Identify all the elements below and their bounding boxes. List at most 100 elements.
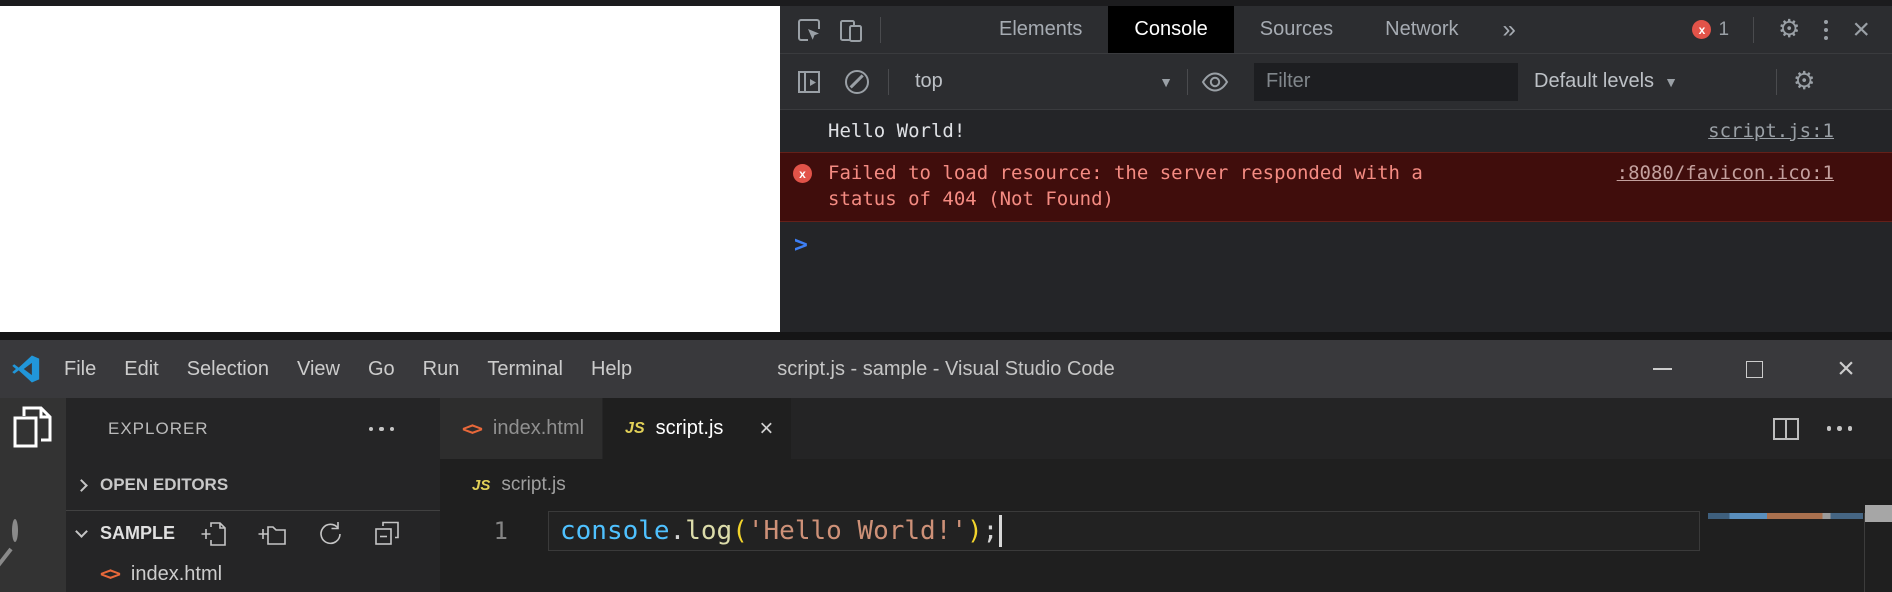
menu-go[interactable]: Go [354, 340, 409, 398]
divider [880, 17, 881, 43]
more-tabs-icon[interactable]: » [1485, 6, 1534, 53]
code-line-1[interactable]: console.log('Hello World!'); [548, 511, 1700, 551]
tab-elements[interactable]: Elements [973, 6, 1108, 53]
open-editors-section[interactable]: OPEN EDITORS [66, 460, 440, 510]
file-item-index-html[interactable]: <> index.html [66, 556, 440, 592]
code-editor[interactable]: 1 console.log('Hello World!'); [440, 511, 1892, 592]
editor-group: <> index.html JS script.js × JS script.j… [440, 398, 1892, 592]
filter-input[interactable] [1254, 63, 1518, 101]
divider [1776, 69, 1777, 95]
code-token: 'Hello World!' [748, 516, 967, 546]
device-toolbar-icon[interactable] [834, 13, 868, 47]
inspect-element-icon[interactable] [792, 13, 826, 47]
explorer-icon[interactable] [10, 404, 56, 459]
console-settings-gear-icon[interactable]: ⚙ [1793, 69, 1815, 94]
vscode-main: EXPLORER OPEN EDITORS SAMPLE [0, 398, 1892, 592]
console-messages: Hello World! script.js:1 x Failed to loa… [780, 110, 1892, 332]
dropdown-caret-icon: ▼ [1159, 74, 1173, 90]
divider [888, 69, 889, 95]
menu-help[interactable]: Help [577, 340, 646, 398]
console-error-row: x Failed to load resource: the server re… [780, 152, 1892, 222]
editor-scrollbar[interactable] [1865, 505, 1892, 522]
breadcrumb[interactable]: JS script.js [440, 459, 1892, 511]
devtools-tabbar: Elements Console Sources Network » x 1 ⚙… [780, 6, 1892, 54]
close-icon: × [1837, 354, 1855, 384]
tab-index-html[interactable]: <> index.html [440, 398, 603, 459]
folder-section-sample[interactable]: SAMPLE [66, 510, 440, 556]
vscode-titlebar: script.js - sample - Visual Studio Code … [0, 340, 1892, 398]
explorer-more-actions-icon[interactable] [369, 427, 395, 432]
tab-sources[interactable]: Sources [1234, 6, 1359, 53]
window-controls: × [1616, 340, 1892, 398]
divider [1187, 69, 1188, 95]
explorer-sidebar: EXPLORER OPEN EDITORS SAMPLE [66, 398, 440, 592]
menu-edit[interactable]: Edit [110, 340, 172, 398]
chevron-right-icon [75, 479, 88, 492]
browser-page-blank [0, 6, 780, 332]
chevron-down-icon [75, 525, 88, 538]
settings-gear-icon[interactable]: ⚙ [1778, 17, 1800, 42]
menu-file[interactable]: File [50, 340, 110, 398]
tab-close-icon[interactable]: × [759, 417, 773, 441]
log-source-link[interactable]: script.js:1 [1708, 120, 1834, 142]
devtools-tabs: Elements Console Sources Network » [973, 6, 1534, 53]
code-token: . [670, 516, 686, 546]
context-selector-dropdown[interactable]: top ▼ [915, 70, 1173, 93]
minimize-icon [1653, 368, 1672, 370]
folder-label: SAMPLE [100, 523, 175, 544]
tab-network[interactable]: Network [1359, 6, 1484, 53]
menu-run[interactable]: Run [409, 340, 474, 398]
new-file-icon[interactable] [201, 521, 227, 547]
error-icon: x [793, 164, 812, 183]
line-number: 1 [440, 511, 548, 551]
menu-selection[interactable]: Selection [173, 340, 283, 398]
log-levels-dropdown[interactable]: Default levels ▼ [1534, 70, 1706, 93]
devtools-close-icon[interactable]: × [1852, 15, 1870, 45]
menu-view[interactable]: View [283, 340, 354, 398]
error-count-badge[interactable]: x 1 [1692, 19, 1729, 41]
html-file-icon: <> [462, 418, 481, 440]
js-file-icon: JS [625, 420, 645, 438]
minimap[interactable] [1708, 513, 1863, 519]
split-editor-icon[interactable] [1773, 418, 1799, 440]
new-folder-icon[interactable] [258, 521, 286, 547]
clear-console-icon[interactable] [840, 65, 874, 99]
sidebar-header: EXPLORER [66, 398, 440, 460]
refresh-icon[interactable] [317, 521, 343, 547]
tab-console[interactable]: Console [1108, 6, 1233, 53]
editor-actions [1773, 398, 1892, 459]
editor-tabbar: <> index.html JS script.js × [440, 398, 1892, 459]
eye-icon[interactable] [1198, 65, 1232, 99]
vscode-window-top-edge [0, 332, 1892, 340]
console-prompt[interactable]: > [780, 222, 1892, 258]
error-count: 1 [1718, 19, 1729, 41]
maximize-button[interactable] [1708, 340, 1800, 398]
tab-script-js[interactable]: JS script.js × [603, 398, 791, 459]
devtools-menu-icon[interactable] [1824, 20, 1828, 40]
minimize-button[interactable] [1616, 340, 1708, 398]
activity-bar [0, 398, 66, 592]
code-token: ; [983, 516, 999, 546]
error-icon: x [1692, 20, 1711, 39]
error-source-link[interactable]: :8080/favicon.ico:1 [1617, 162, 1834, 184]
code-token: log [685, 516, 732, 546]
console-sidebar-icon[interactable] [792, 65, 826, 99]
code-token: ) [967, 516, 983, 546]
editor-more-actions-icon[interactable] [1827, 426, 1853, 431]
devtools-panel: Elements Console Sources Network » x 1 ⚙… [780, 6, 1892, 332]
open-editors-label: OPEN EDITORS [100, 475, 228, 495]
devtools-tabbar-right: x 1 ⚙ × [1692, 15, 1892, 45]
sidebar-title: EXPLORER [108, 419, 209, 439]
text-cursor [999, 515, 1002, 547]
menu-terminal[interactable]: Terminal [473, 340, 577, 398]
code-token: ( [732, 516, 748, 546]
collapse-folders-icon[interactable] [374, 521, 400, 547]
close-button[interactable]: × [1800, 340, 1892, 398]
dropdown-caret-icon: ▼ [1664, 74, 1678, 90]
tab-label: index.html [493, 417, 584, 440]
maximize-icon [1746, 361, 1763, 378]
search-icon[interactable] [12, 522, 46, 582]
divider [1753, 17, 1754, 43]
console-toolbar: top ▼ Default levels ▼ ⚙ [780, 54, 1892, 110]
context-selector-value: top [915, 70, 943, 93]
